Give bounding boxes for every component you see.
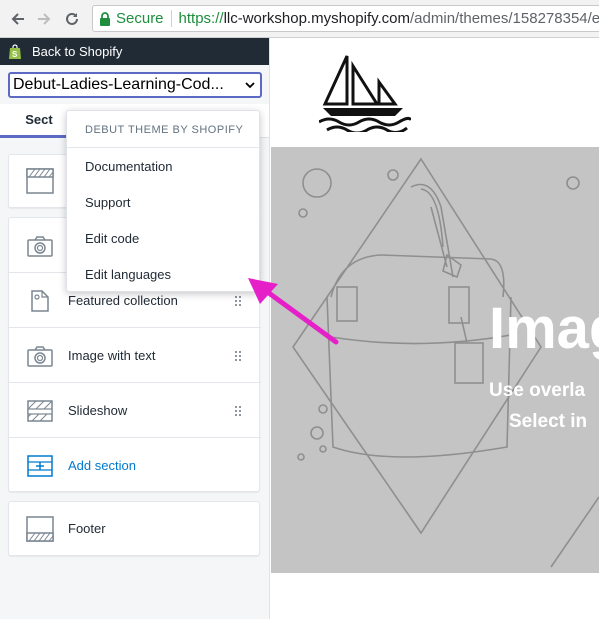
drag-handle-icon[interactable] [235,406,243,416]
menu-item-documentation[interactable]: Documentation [85,159,172,174]
add-section-button[interactable]: Add section [9,438,261,493]
reload-icon[interactable] [62,9,82,29]
theme-select[interactable]: Debut-Ladies-Learning-Cod... [8,72,262,98]
chevron-down-icon [245,82,255,89]
shopify-bag-icon: S [9,43,21,59]
section-row-image-with-text[interactable]: Image with text [9,328,261,383]
slideshow-icon [27,400,53,422]
back-to-shopify-link[interactable]: S Back to Shopify [0,38,269,65]
annotation-arrow-icon [248,278,339,345]
hero-subheading-line1: Use overla [489,380,586,401]
url-host: llc-workshop.myshopify.com [223,10,411,27]
section-label: Featured collection [68,292,178,308]
browser-toolbar: Secure https://llc-workshop.myshopify.co… [0,0,599,38]
footer-section-card[interactable]: Footer [8,501,260,556]
menu-item-support[interactable]: Support [85,195,131,210]
theme-actions-menu: DEBUT THEME BY SHOPIFY Documentation Sup… [66,110,260,292]
add-section-label: Add section [68,458,136,473]
drag-handle-icon[interactable] [235,351,243,361]
sailboat-logo[interactable] [319,52,411,132]
section-label: Image with text [68,347,156,363]
menu-heading: DEBUT THEME BY SHOPIFY [85,124,244,136]
camera-icon [27,236,53,257]
camera-icon [27,346,53,367]
secure-label: Secure [116,10,164,27]
menu-divider [67,147,259,148]
menu-item-edit-languages[interactable]: Edit languages [85,267,171,282]
back-arrow-icon[interactable] [8,9,28,29]
section-row-slideshow[interactable]: Slideshow [9,383,261,438]
add-section-icon [27,455,53,477]
section-label: Slideshow [68,402,128,418]
menu-item-edit-code[interactable]: Edit code [85,231,139,246]
footer-layout-icon [26,516,54,542]
footer-label: Footer [68,521,106,536]
address-separator [170,10,172,27]
theme-name: Debut-Ladies-Learning-Cod... [13,76,224,93]
svg-text:S: S [12,50,18,59]
hero-subheading-line2: Select in [509,411,588,432]
hero-heading: Imag [489,296,599,361]
url-path: /admin/themes/158278354/e [410,10,599,27]
lock-icon [100,11,110,26]
back-to-shopify-label: Back to Shopify [32,44,123,59]
tag-icon [31,290,49,312]
header-layout-icon [26,168,54,194]
hero-image-banner[interactable]: Imag Use overla Select in [271,147,599,573]
url-text: https://llc-workshop.myshopify.com/admin… [179,10,599,27]
address-bar[interactable]: Secure https://llc-workshop.myshopify.co… [92,5,599,32]
forward-arrow-icon[interactable] [34,9,54,29]
url-protocol: https:// [178,10,224,27]
tab-sections[interactable]: Sect [0,104,66,138]
tab-sections-label: Sect [25,112,53,127]
